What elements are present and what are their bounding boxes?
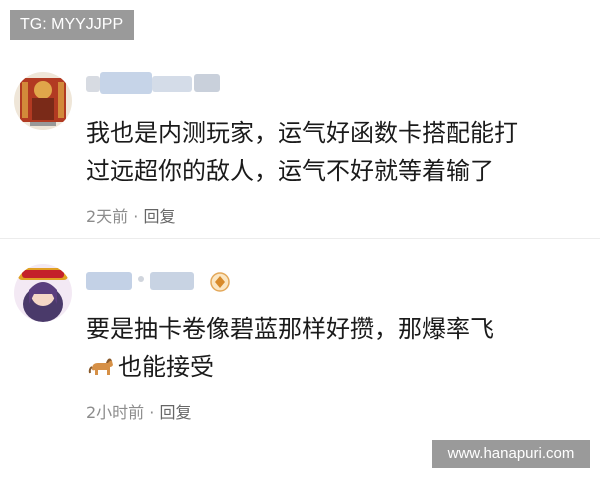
comment-time: 2小时前 (86, 403, 145, 422)
comment-text: 我也是内测玩家，运气好函数卡搭配能打 过远超你的敌人，运气不好就等着输了 (86, 114, 580, 190)
tg-badge: TG: MYYJJPP (10, 10, 134, 40)
comment-meta: 2小时前 · 回复 (86, 402, 191, 424)
comment-text-line: 要是抽卡卷像碧蓝那样好攒，那爆率飞 (86, 315, 494, 343)
site-watermark: www.hanapuri.com (432, 440, 590, 468)
comment-time: 2天前 (86, 207, 129, 226)
meta-separator: · (128, 207, 144, 226)
horse-emoji-icon (86, 351, 116, 381)
comment-text-line: 我也是内测玩家，运气好函数卡搭配能打 (86, 119, 518, 147)
comment-meta: 2天前 · 回复 (86, 206, 175, 228)
deity-avatar-icon[interactable] (14, 72, 72, 130)
divider (0, 238, 600, 239)
reply-button[interactable]: 回复 (159, 403, 191, 422)
comment-item: 我也是内测玩家，运气好函数卡搭配能打 过远超你的敌人，运气不好就等着输了 2天前… (0, 60, 600, 240)
reply-button[interactable]: 回复 (143, 207, 175, 226)
anime-girl-avatar-icon[interactable] (14, 264, 72, 322)
comment-text: 要是抽卡卷像碧蓝那样好攒，那爆率飞 也能接受 (86, 310, 580, 386)
comment-text-line: 也能接受 (118, 353, 214, 381)
comment-text-line-with-emoji: 也能接受 (86, 348, 580, 386)
comment-text-line: 过远超你的敌人，运气不好就等着输了 (86, 157, 494, 185)
username-blurred (86, 270, 198, 292)
meta-separator: · (144, 403, 160, 422)
comment-item: 要是抽卡卷像碧蓝那样好攒，那爆率飞 也能接受 2小时前 · 回复 (0, 250, 600, 430)
level-badge-icon (210, 272, 230, 292)
username-blurred (86, 72, 228, 94)
